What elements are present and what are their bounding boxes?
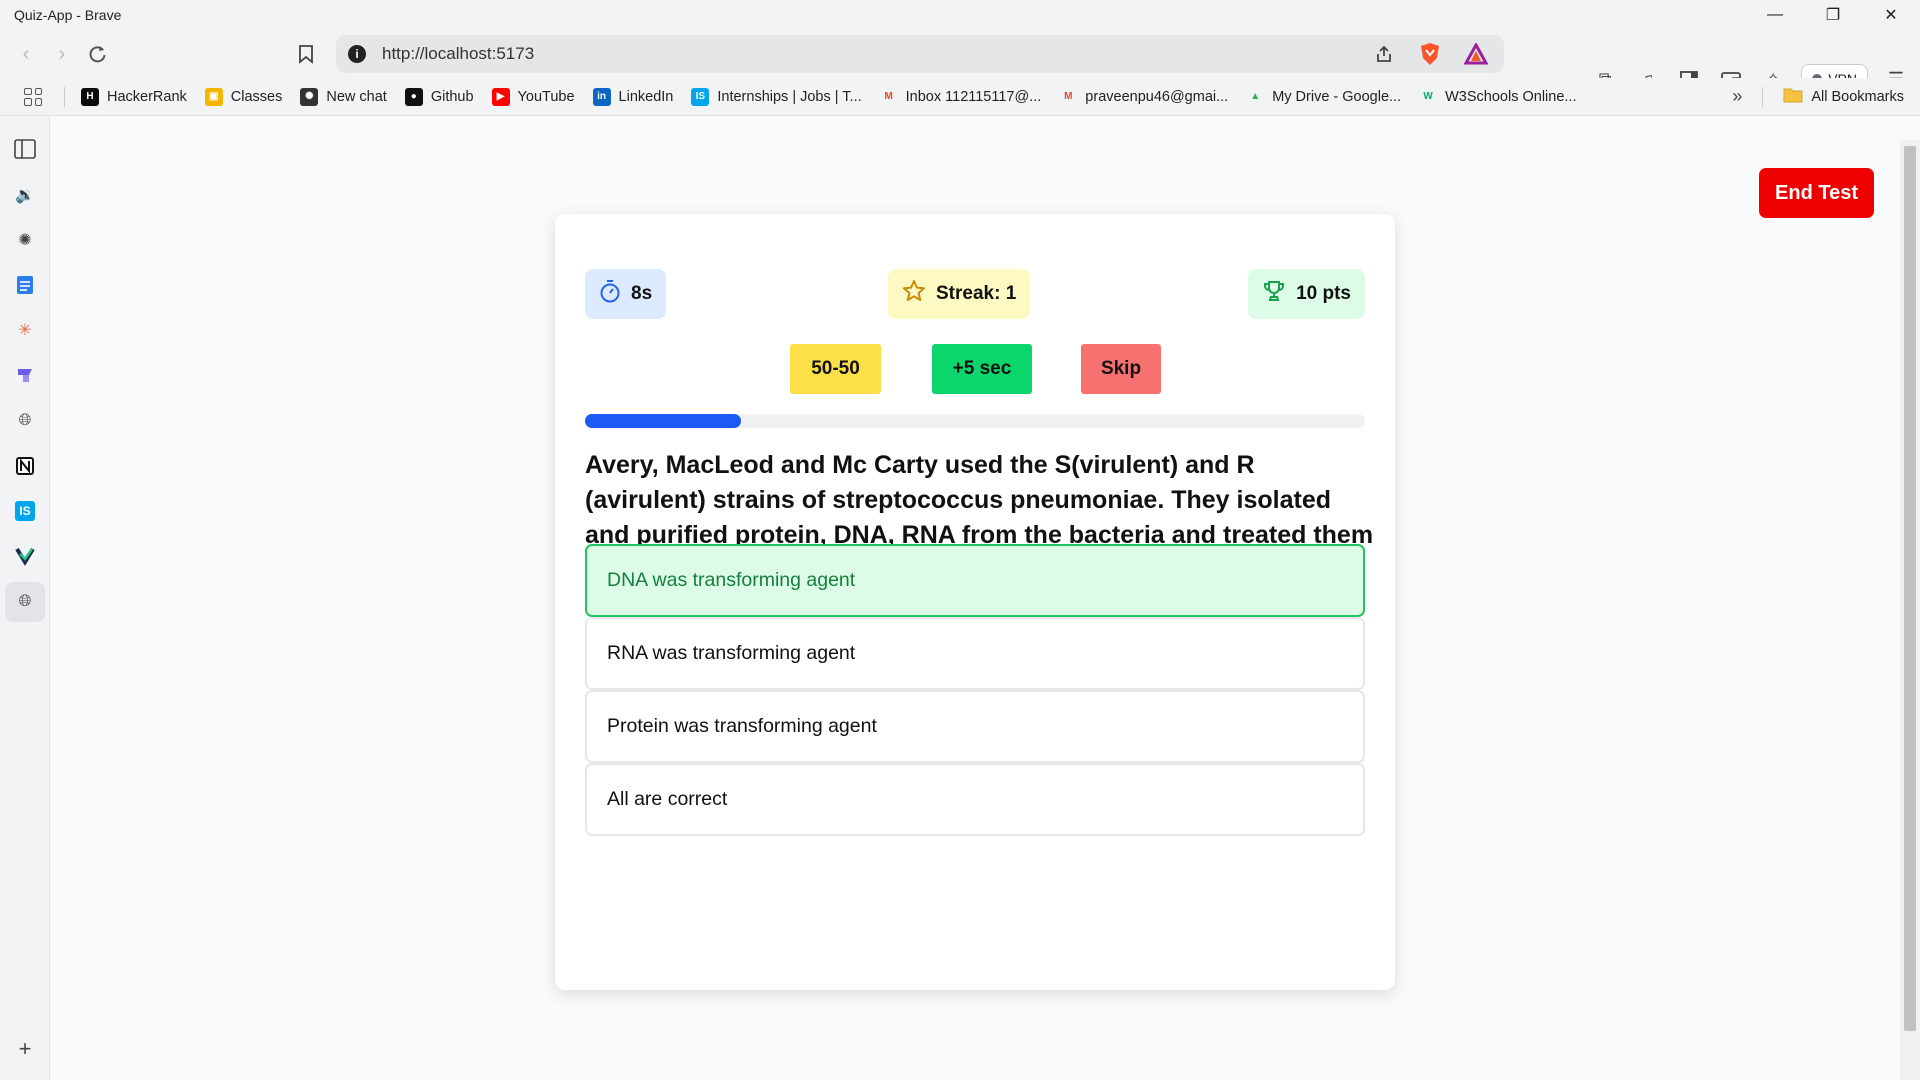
answer-option[interactable]: Protein was transforming agent	[585, 690, 1365, 763]
brave-rewards-icon[interactable]	[1462, 40, 1490, 68]
bookmark-label: YouTube	[517, 88, 575, 105]
fifty-fifty-button[interactable]: 50-50	[790, 344, 881, 394]
minimize-icon[interactable]: —	[1746, 0, 1804, 30]
points-badge: 10 pts	[1248, 269, 1365, 319]
bookmark-item[interactable]: ✺ New chat	[300, 87, 387, 106]
answer-option[interactable]: DNA was transforming agent	[585, 544, 1365, 617]
trophy-icon	[1262, 279, 1286, 309]
points-value: 10 pts	[1296, 283, 1351, 304]
google-docs-icon[interactable]	[13, 273, 37, 297]
gmail-icon: M	[884, 91, 893, 102]
progress-bar	[585, 414, 1365, 428]
browser-sidebar: 🔉 ✺ ✳ 🌐︎ IS 🌐︎ +	[0, 117, 50, 1080]
bookmarks-divider	[64, 86, 65, 107]
classroom-icon: ▣	[204, 87, 223, 106]
timer-badge: 8s	[585, 269, 667, 319]
globe-active-icon[interactable]: 🌐︎	[5, 582, 45, 622]
reload-icon[interactable]	[80, 36, 116, 72]
google-drive-icon: ▲	[1250, 91, 1261, 102]
add-time-button[interactable]: +5 sec	[932, 344, 1032, 394]
skip-button[interactable]: Skip	[1081, 344, 1161, 394]
star-icon	[902, 279, 926, 309]
scrollbar-thumb[interactable]	[1904, 146, 1916, 1031]
streak-value: Streak: 1	[936, 283, 1017, 304]
bookmark-item[interactable]: IS Internships | Jobs | T...	[691, 87, 862, 106]
bookmarks-bar: H HackerRank ▣ Classes ✺ New chat ● Github ▶ YouT…	[0, 78, 1920, 116]
answer-option-label: DNA was transforming agent	[607, 569, 856, 591]
bookmark-item[interactable]: H HackerRank	[81, 87, 187, 106]
speaker-icon[interactable]: 🔉	[13, 183, 37, 207]
share-icon[interactable]	[1370, 40, 1398, 68]
page-scrollbar[interactable]	[1900, 140, 1920, 1080]
github-icon: ●	[404, 87, 423, 106]
bookmark-label: My Drive - Google...	[1272, 88, 1402, 105]
bookmark-label: praveenpu46@gmai...	[1085, 88, 1229, 105]
bookmark-item[interactable]: Mpraveenpu46@gmai...	[1059, 88, 1228, 106]
bookmark-item[interactable]: ▶ YouTube	[491, 87, 575, 106]
end-test-button[interactable]: End Test	[1759, 168, 1874, 218]
internshala-icon: IS	[691, 87, 710, 106]
bookmark-item[interactable]: in LinkedIn	[592, 87, 674, 106]
all-bookmarks-label: All Bookmarks	[1811, 88, 1904, 105]
back-icon[interactable]: ‹	[8, 36, 44, 72]
answer-option[interactable]: RNA was transforming agent	[585, 617, 1365, 690]
close-icon[interactable]: ✕	[1862, 0, 1920, 30]
bookmark-item[interactable]: ▣ Classes	[204, 87, 283, 106]
bookmark-label: Github	[430, 88, 474, 105]
apps-grid-icon[interactable]	[24, 87, 42, 106]
stopwatch-icon	[599, 279, 621, 309]
bookmark-label: HackerRank	[107, 88, 187, 105]
youtube-icon: ▶	[491, 87, 510, 106]
w3schools-icon: W	[1423, 91, 1433, 102]
answer-option[interactable]: All are correct	[585, 763, 1365, 836]
bookmark-item[interactable]: M Inbox 112115117@...	[880, 88, 1042, 106]
bookmark-item[interactable]: ▲ My Drive - Google...	[1246, 88, 1401, 106]
bookmark-label: LinkedIn	[618, 88, 674, 105]
bookmark-label: Inbox 112115117@...	[905, 88, 1042, 105]
more-bookmarks-icon[interactable]: »	[1732, 86, 1742, 107]
chatgpt-icon: ✺	[300, 87, 319, 106]
streak-badge: Streak: 1	[888, 269, 1031, 319]
claude-icon[interactable]: ✳	[13, 318, 37, 342]
answer-option-label: RNA was transforming agent	[607, 642, 856, 664]
bookmark-page-icon[interactable]	[292, 40, 320, 68]
chatgpt-icon[interactable]: ✺	[13, 228, 37, 252]
window-titlebar: Quiz-App - Brave — ❐ ✕	[0, 0, 1920, 30]
add-icon[interactable]: +	[13, 1036, 37, 1061]
browser-toolbar: ‹ › i http://localhost:5173 ⧉ ♫ ✧	[0, 30, 1920, 94]
bookmark-item[interactable]: ● Github	[404, 87, 474, 106]
bookmark-label: Internships | Jobs | T...	[717, 88, 862, 105]
notion-icon[interactable]	[13, 454, 37, 478]
globe-icon[interactable]: 🌐︎	[13, 409, 37, 433]
bookmark-item[interactable]: W W3Schools Online...	[1419, 88, 1576, 106]
brave-shields-icon[interactable]	[1416, 40, 1444, 68]
timer-value: 8s	[631, 283, 653, 304]
address-bar[interactable]: i http://localhost:5173	[336, 35, 1504, 73]
teams-icon[interactable]	[13, 363, 37, 387]
bookmark-label: New chat	[326, 88, 387, 105]
restore-icon[interactable]: ❐	[1804, 0, 1862, 30]
answer-option-label: Protein was transforming agent	[607, 715, 877, 737]
gmail-icon: M	[1064, 91, 1073, 102]
internshala-icon[interactable]: IS	[13, 499, 37, 523]
checkmark-app-icon[interactable]	[13, 544, 37, 568]
folder-icon	[1783, 87, 1803, 107]
quiz-card: 8s Streak: 1 10 pts 50-50 +5 sec Skip Av…	[555, 214, 1395, 990]
progress-fill	[585, 414, 741, 428]
site-info-icon[interactable]: i	[348, 45, 366, 63]
window-title: Quiz-App - Brave	[14, 7, 122, 23]
sidebar-panel-icon[interactable]	[13, 137, 37, 161]
all-bookmarks-folder[interactable]: All Bookmarks	[1783, 87, 1904, 107]
linkedin-icon: in	[592, 87, 611, 106]
hackerrank-icon: H	[81, 87, 99, 106]
bookmark-label: Classes	[230, 88, 283, 105]
answer-option-label: All are correct	[607, 788, 728, 810]
bookmark-label: W3Schools Online...	[1445, 88, 1577, 105]
url-text[interactable]: http://localhost:5173	[382, 44, 534, 64]
forward-icon[interactable]: ›	[44, 36, 80, 72]
